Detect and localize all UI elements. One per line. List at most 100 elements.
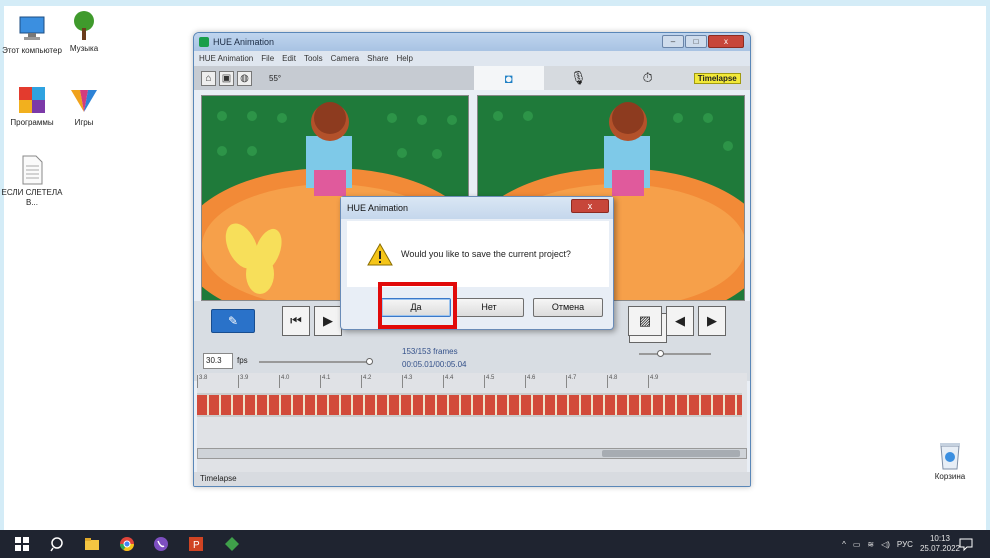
viber-icon[interactable] <box>153 536 169 552</box>
fps-slider-knob[interactable] <box>366 358 373 365</box>
frames-count: 153/153 frames <box>402 347 458 356</box>
tab-camera[interactable]: ◘ <box>474 66 544 90</box>
ruler-tick: 4.7 <box>566 375 607 388</box>
desktop-icon-recycle-bin[interactable]: Корзина <box>928 440 972 481</box>
clock[interactable]: 10:13 25.07.2022 <box>920 534 960 554</box>
minimize-button[interactable]: – <box>662 35 684 48</box>
timeline-scrollbar[interactable] <box>197 448 747 459</box>
notifications-icon[interactable] <box>958 536 974 552</box>
skip-back-icon: ⏮ <box>290 313 302 328</box>
battery-icon[interactable]: ▭ <box>853 540 861 549</box>
dialog-message: Would you like to save the current proje… <box>401 249 571 259</box>
home-icon[interactable]: ⌂ <box>201 70 216 86</box>
chrome-icon[interactable] <box>119 536 135 552</box>
fps-input[interactable]: 30.3 <box>203 353 233 369</box>
ruler-tick: 4.9 <box>648 375 689 388</box>
stopwatch-icon: ⏱ <box>642 70 653 85</box>
powerpoint-icon[interactable]: P <box>188 536 204 552</box>
dialog-title: HUE Animation <box>347 203 409 213</box>
overlay-toggle-button[interactable]: ▨ <box>628 306 662 336</box>
dialog-close-button[interactable]: x <box>571 199 609 213</box>
previous-frame-button[interactable]: ◀ <box>666 306 694 336</box>
games-icon <box>71 90 97 112</box>
recycle-bin-icon <box>940 443 960 470</box>
edit-icon: ✎ <box>227 314 239 328</box>
search-icon[interactable] <box>50 536 66 552</box>
menu-bar: HUE Animation File Edit Tools Camera Sha… <box>194 51 750 66</box>
status-text: Timelapse <box>200 474 237 483</box>
next-frame-button[interactable]: ▶ <box>698 306 726 336</box>
screen-frame-left <box>0 0 4 530</box>
maximize-button[interactable]: □ <box>685 35 707 48</box>
volume-icon[interactable]: ◁) <box>881 540 890 549</box>
ruler-tick: 4.8 <box>607 375 648 388</box>
system-tray: ^ ▭ ≋ ◁) РУС 10:13 25.07.2022 <box>842 530 960 558</box>
programs-icon <box>19 87 45 113</box>
clock-date: 25.07.2022 <box>919 544 960 553</box>
fps-slider[interactable] <box>259 361 371 363</box>
desktop-icon-label: ЕСЛИ СЛЕТЕЛА В... <box>1 188 63 207</box>
close-window-button[interactable]: x <box>708 35 744 48</box>
hue-animation-taskbar-icon[interactable] <box>224 536 240 552</box>
wifi-icon[interactable]: ≋ <box>867 540 874 549</box>
main-toolbar: ⌂ ▣ ◍ 55° <box>194 66 474 90</box>
windows-start-icon[interactable] <box>14 536 30 552</box>
ruler-tick: 4.1 <box>320 375 361 388</box>
camera-icon: ◘ <box>504 70 513 86</box>
edit-frame-button[interactable]: ✎ <box>211 309 255 333</box>
menu-tools[interactable]: Tools <box>304 54 323 63</box>
svg-text:P: P <box>193 540 200 551</box>
menu-help[interactable]: Help <box>396 54 412 63</box>
desktop-icon-label: Музыка <box>69 44 99 53</box>
arrow-left-icon: ◀ <box>675 313 685 328</box>
language-indicator[interactable]: РУС <box>897 540 913 549</box>
recycle-bin-label: Корзина <box>934 472 966 481</box>
taskbar: P ^ ▭ ≋ ◁) РУС 10:13 25.07.2022 <box>0 530 990 558</box>
highlight-annotation <box>378 282 457 329</box>
menu-edit[interactable]: Edit <box>282 54 296 63</box>
onion-skin-slider-knob[interactable] <box>657 350 664 357</box>
status-bar: Timelapse <box>194 472 750 486</box>
tab-audio[interactable]: 🎙 <box>544 66 614 90</box>
desktop-icon-music[interactable]: Музыка <box>52 10 116 54</box>
timeline-panel: 3.8 3.9 4.0 4.1 4.2 4.3 4.4 4.5 4.6 4.7 … <box>197 373 747 473</box>
timeline-ruler: 3.8 3.9 4.0 4.1 4.2 4.3 4.4 4.5 4.6 4.7 … <box>197 375 747 388</box>
desktop-icon-document[interactable]: ЕСЛИ СЛЕТЕЛА В... <box>0 154 64 208</box>
file-explorer-icon[interactable] <box>84 536 100 552</box>
tab-timelapse[interactable]: Timelapse <box>683 66 751 90</box>
zoom-value: 55° <box>269 73 282 83</box>
ruler-tick: 4.3 <box>402 375 443 388</box>
warning-icon <box>367 242 393 265</box>
arrow-right-icon: ▶ <box>707 313 717 328</box>
scrollbar-thumb[interactable] <box>602 450 740 457</box>
no-button[interactable]: Нет <box>454 298 524 317</box>
microphone-icon: 🎙 <box>569 70 587 85</box>
first-frame-button[interactable]: ⏮ <box>282 306 310 336</box>
desktop-icon-games[interactable]: Игры <box>52 84 116 128</box>
menu-camera[interactable]: Camera <box>331 54 359 63</box>
cancel-button[interactable]: Отмена <box>533 298 603 317</box>
screen-frame-top <box>0 0 990 6</box>
ruler-tick: 4.6 <box>525 375 566 388</box>
onion-skin-slider[interactable] <box>639 353 711 355</box>
tree-icon <box>74 11 94 40</box>
frame-strip[interactable] <box>197 393 742 417</box>
ruler-tick: 3.8 <box>197 375 238 388</box>
globe-icon[interactable]: ◍ <box>237 70 252 86</box>
app-logo-icon <box>199 37 209 47</box>
menu-hue-animation[interactable]: HUE Animation <box>199 54 253 63</box>
open-project-icon[interactable]: ▣ <box>219 70 234 86</box>
play-icon: ▶ <box>323 313 333 328</box>
window-controls: – □ x <box>662 35 744 48</box>
document-icon <box>22 155 43 185</box>
frames-time: 00:05.01/00:05.04 <box>402 360 467 369</box>
tab-stopwatch[interactable]: ⏱ <box>613 66 683 90</box>
chevron-up-icon[interactable]: ^ <box>842 540 846 549</box>
menu-share[interactable]: Share <box>367 54 388 63</box>
frame-counter: 153/153 frames 00:05.01/00:05.04 <box>402 345 467 371</box>
ruler-tick: 3.9 <box>238 375 279 388</box>
menu-file[interactable]: File <box>261 54 274 63</box>
ruler-tick: 4.0 <box>279 375 320 388</box>
play-button[interactable]: ▶ <box>314 306 342 336</box>
clock-time: 10:13 <box>929 534 950 543</box>
